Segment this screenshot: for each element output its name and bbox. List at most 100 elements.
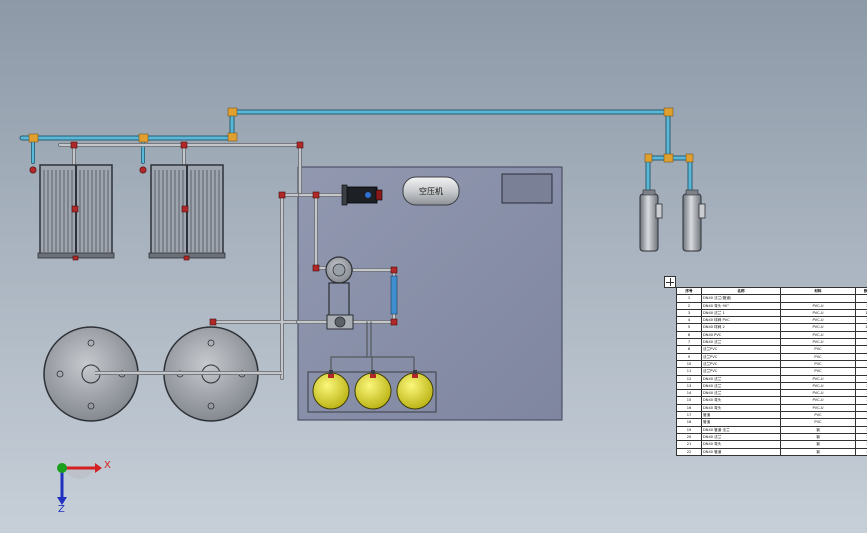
table-cell: 2 [855, 425, 867, 434]
chemical-tank [354, 372, 392, 410]
table-cell: 2 [855, 432, 867, 442]
table-cell: DN40 管道 [701, 447, 781, 456]
table-cell: 法兰PVC [701, 345, 781, 354]
table-cell: 2 [855, 447, 867, 456]
table-row: 7DN40 法兰PVC-U1 [676, 338, 867, 347]
table-cell: 2 [855, 389, 867, 398]
table-cell [780, 294, 856, 303]
table-row: 11法兰PVCPVC1 [676, 367, 867, 376]
table-cell: DN40 法兰 1 [701, 308, 781, 318]
table-cell: PVC [780, 345, 856, 354]
flow-meter[interactable] [390, 275, 398, 315]
table-cell: 管道 [701, 411, 781, 420]
table-cell: 2 [855, 381, 867, 391]
chemical-tank-group[interactable] [307, 370, 437, 413]
table-row: 18管道PVC1 [676, 418, 867, 427]
table-cell: 15 [676, 396, 702, 405]
pressure-vessel-1[interactable] [639, 189, 663, 252]
table-row: 19DN40 管道 法兰钢2 [676, 425, 867, 434]
table-cell: PVC [780, 411, 856, 420]
table-cell: 3 [676, 308, 702, 318]
table-cell: DN40 弯头 90° [701, 301, 781, 310]
table-cell: PVC-U [780, 323, 856, 332]
table-cell: 22 [676, 447, 702, 456]
bom-header-cell: 名称 [701, 286, 781, 296]
table-cell: PVC [780, 359, 856, 369]
bom-header-cell: 材料 [780, 286, 856, 296]
table-cell: 4 [676, 316, 702, 325]
table-cell: DN40 球阀 PVC [701, 316, 781, 325]
table-row: 14DN40 法兰PVC-U2 [676, 389, 867, 398]
z-axis-label: Z [58, 504, 65, 515]
table-cell: 1 [855, 338, 867, 347]
valve-icon [312, 191, 320, 199]
table-row: 8法兰PVCPVC1 [676, 345, 867, 354]
table-cell: DN40 PVC [701, 330, 781, 340]
table-cell: 管道 [701, 418, 781, 427]
x-axis-arrow-icon [95, 463, 102, 473]
table-row: 21DN40 弯头钢2 [676, 440, 867, 449]
dosing-pump[interactable] [341, 184, 383, 206]
valve-icon [390, 318, 398, 326]
valve-icon [29, 166, 37, 174]
table-cell: 18 [676, 418, 702, 427]
table-cell: 1 [855, 418, 867, 427]
table-cell: 1 [855, 359, 867, 369]
table-row: 9法兰PVCPVC1 [676, 352, 867, 361]
table-cell: 5 [676, 323, 702, 332]
table-cell: 17 [676, 411, 702, 420]
table-move-icon[interactable] [664, 276, 676, 288]
table-cell: DN40 管道 法兰 [701, 425, 781, 434]
table-cell: PVC-U [780, 389, 856, 398]
table-cell: 钢 [780, 447, 856, 456]
table-cell: PVC [780, 352, 856, 361]
table-cell: 1 [855, 352, 867, 361]
table-cell: 钢 [780, 432, 856, 442]
pressure-vessel-2[interactable] [682, 189, 706, 252]
table-cell: 9 [676, 352, 702, 361]
chemical-tank [312, 372, 350, 410]
table-cell: 8 [676, 345, 702, 354]
table-cell: 1 [855, 345, 867, 354]
table-cell: 钢 [780, 440, 856, 449]
coordinate-triad[interactable]: X Z [57, 460, 111, 515]
y-axis-marker-icon [57, 463, 67, 473]
table-row: 3DN40 法兰 1PVC-U12 [676, 308, 867, 318]
table-cell: PVC-U [780, 403, 856, 413]
table-cell: DN40 法兰 [701, 381, 781, 391]
valve-icon [139, 166, 147, 174]
table-cell: 2 [855, 440, 867, 449]
table-cell: 2 [676, 301, 702, 310]
panel-display-window [501, 173, 553, 204]
table-row: 1DN40 法兰(管道)1 [676, 294, 867, 303]
valve-icon [278, 191, 286, 199]
table-cell: 2 [855, 374, 867, 383]
pipe-fittings [28, 107, 694, 163]
table-row: 12DN40 法兰PVC-U2 [676, 374, 867, 383]
table-cell: 16 [676, 403, 702, 413]
valve-icon [183, 255, 190, 261]
table-cell: 12 [855, 308, 867, 318]
table-row: 6DN40 PVCPVC-U1 [676, 330, 867, 340]
valve-icon [312, 264, 320, 272]
bill-of-materials-table: 序号 名称 材料 数量 1DN40 法兰(管道)12DN40 弯头 90°PVC… [676, 286, 867, 456]
filter-press-1[interactable] [37, 164, 115, 260]
table-row: 2DN40 弯头 90°PVC-U2 [676, 301, 867, 310]
table-cell: PVC [780, 418, 856, 427]
table-cell: 11 [676, 367, 702, 376]
valve-icon [390, 266, 398, 274]
table-row: 17管道PVC1 [676, 411, 867, 420]
table-cell: 1 [676, 294, 702, 303]
table-cell: 2 [855, 396, 867, 405]
air-compressor[interactable]: 空压机 [402, 176, 460, 206]
table-cell: PVC [780, 367, 856, 376]
bom-header-cell: 数量 [855, 286, 867, 296]
filter-press-2[interactable] [148, 164, 226, 260]
table-row: 20DN40 法兰钢2 [676, 432, 867, 442]
table-row: 10法兰PVCPVC1 [676, 359, 867, 369]
chemical-tank [396, 372, 434, 410]
valve-icon [70, 141, 78, 149]
valve-icon [72, 255, 79, 261]
table-cell: PVC-U [780, 396, 856, 405]
table-row: 4DN40 球阀 PVCPVC-U2 [676, 316, 867, 325]
